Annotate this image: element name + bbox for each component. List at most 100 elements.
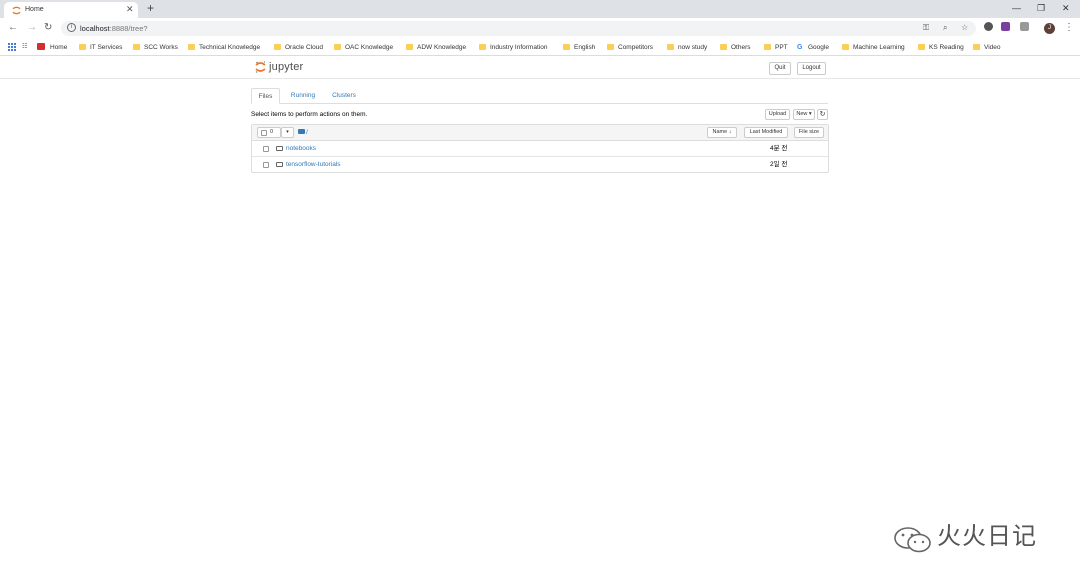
oracle-icon	[37, 43, 45, 50]
bookmark-item[interactable]: IT Services	[79, 43, 122, 52]
item-modified: 4분 전	[770, 145, 788, 152]
selection-dropdown-button[interactable]: ▾	[281, 127, 294, 138]
forward-arrow-icon[interactable]: →	[27, 22, 37, 34]
logout-button[interactable]: Logout	[797, 62, 826, 75]
folder-icon	[563, 44, 570, 50]
bookmark-item[interactable]: Home	[37, 43, 67, 52]
bookmark-label: Machine Learning	[853, 44, 905, 51]
folder-icon	[667, 44, 674, 50]
list-item[interactable]: tensorflow-tutorials 2일 전	[252, 157, 828, 173]
bookmark-label: English	[574, 44, 596, 51]
bookmark-item[interactable]: Others	[720, 43, 751, 52]
breadcrumb[interactable]: /	[306, 128, 308, 137]
zoom-icon[interactable]: ⌕	[943, 23, 947, 33]
close-window-button[interactable]: ✕	[1062, 2, 1070, 14]
bookmark-label: Video	[984, 44, 1001, 51]
apps-grid-icon[interactable]	[8, 43, 16, 51]
bookmark-label: Industry Information	[490, 44, 548, 51]
folder-icon	[973, 44, 980, 50]
bookmark-item[interactable]: PPT	[764, 43, 788, 52]
new-dropdown-button[interactable]: New ▾	[793, 109, 815, 120]
bookmark-label: Home	[50, 44, 68, 51]
bookmark-item[interactable]: Industry Information	[479, 43, 547, 52]
minimize-window-button[interactable]: —	[1012, 2, 1021, 14]
folder-icon	[607, 44, 614, 50]
onenote-icon[interactable]	[1001, 22, 1010, 31]
sort-modified-button[interactable]: Last Modified	[744, 127, 788, 138]
tab-running[interactable]: Running	[285, 88, 321, 104]
screenshot-icon[interactable]	[1020, 22, 1029, 31]
jupyter-logo-icon	[255, 61, 266, 73]
bookmark-item[interactable]: Technical Knowledge	[188, 43, 260, 52]
bookmark-item[interactable]: Competitors	[607, 43, 653, 52]
bookmark-star-icon[interactable]: ☆	[961, 23, 968, 33]
item-checkbox[interactable]	[263, 146, 269, 152]
folder-home-icon[interactable]	[298, 129, 305, 134]
bookmark-item[interactable]: KS Reading	[918, 43, 964, 52]
bookmark-item[interactable]: G Google	[797, 43, 829, 52]
google-icon: G	[797, 44, 803, 51]
browser-menu-icon[interactable]: ⋮	[1064, 22, 1074, 34]
folder-icon	[188, 44, 195, 50]
bookmark-item[interactable]: Oracle Cloud	[274, 43, 323, 52]
folder-icon	[276, 146, 283, 151]
browser-tab-strip: Home ✕ + — ❐ ✕	[0, 0, 1080, 18]
item-modified: 2일 전	[770, 161, 788, 168]
jupyter-favicon-icon	[12, 6, 21, 15]
extension-icon[interactable]	[984, 22, 993, 31]
sort-size-button[interactable]: File size	[794, 127, 824, 138]
file-list-header: 0 ▾ / Name ↓ Last Modified File size	[252, 125, 828, 141]
tab-clusters[interactable]: Clusters	[327, 88, 361, 104]
site-info-icon[interactable]: i	[67, 23, 76, 32]
folder-icon	[479, 44, 486, 50]
bookmark-item[interactable]: ADW Knowledge	[406, 43, 466, 52]
refresh-icon[interactable]: ↻	[817, 109, 828, 120]
address-bar[interactable]: i localhost:8888/tree? ⚿ ⌕ ☆	[61, 21, 976, 36]
bookmark-item[interactable]: SCC Works	[133, 43, 178, 52]
watermark-text: 火火日记	[937, 522, 1037, 550]
browser-tab-home[interactable]: Home ✕	[4, 2, 138, 18]
profile-avatar[interactable]: J	[1044, 23, 1055, 34]
bookmark-item[interactable]: OAC Knowledge	[334, 43, 393, 52]
bookmark-label: ADW Knowledge	[417, 44, 467, 51]
bookmark-item[interactable]: Video	[973, 43, 1001, 52]
tab-close-icon[interactable]: ✕	[126, 4, 134, 14]
wechat-watermark: 火火日记	[893, 520, 1053, 560]
upload-button[interactable]: Upload	[765, 109, 790, 120]
item-name-link[interactable]: notebooks	[286, 144, 316, 153]
bookmark-item[interactable]: now study	[667, 43, 707, 52]
tab-files[interactable]: Files	[251, 88, 280, 104]
bookmark-label: now study	[678, 44, 708, 51]
bookmark-label: Competitors	[618, 44, 654, 51]
url-host: localhost	[80, 24, 110, 33]
back-arrow-icon[interactable]: ←	[8, 22, 18, 34]
jupyter-logo[interactable]: jupyter	[255, 59, 315, 75]
wechat-logo-icon	[894, 527, 931, 553]
quit-button[interactable]: Quit	[769, 62, 791, 75]
folder-icon	[274, 44, 281, 50]
bookmark-label: SCC Works	[144, 44, 178, 51]
reload-icon[interactable]: ↻	[44, 22, 52, 34]
key-icon[interactable]: ⚿	[923, 23, 929, 33]
item-name-link[interactable]: tensorflow-tutorials	[286, 160, 341, 169]
folder-icon	[133, 44, 140, 50]
bookmark-item[interactable]: English	[563, 43, 595, 52]
sort-name-button[interactable]: Name ↓	[707, 127, 737, 138]
bookmark-item[interactable]: Machine Learning	[842, 43, 905, 52]
select-all-box[interactable]	[261, 130, 267, 136]
new-tab-button[interactable]: +	[147, 2, 154, 15]
reading-list-icon[interactable]: ☷	[22, 43, 27, 52]
browser-toolbar: ← → ↻ i localhost:8888/tree? ⚿ ⌕ ☆	[0, 18, 1080, 39]
folder-icon	[79, 44, 86, 50]
restore-window-button[interactable]: ❐	[1037, 2, 1045, 14]
bookmark-label: OAC Knowledge	[345, 44, 394, 51]
folder-icon	[276, 162, 283, 167]
folder-icon	[842, 44, 849, 50]
bookmark-label: Google	[808, 44, 829, 51]
selection-hint: Select items to perform actions on them.	[251, 111, 368, 118]
dashboard-tabs: Files Running Clusters	[251, 88, 828, 104]
url-text: localhost:8888/tree?	[80, 24, 148, 33]
list-item[interactable]: notebooks 4분 전	[252, 141, 828, 157]
item-checkbox[interactable]	[263, 162, 269, 168]
folder-icon	[334, 44, 341, 50]
